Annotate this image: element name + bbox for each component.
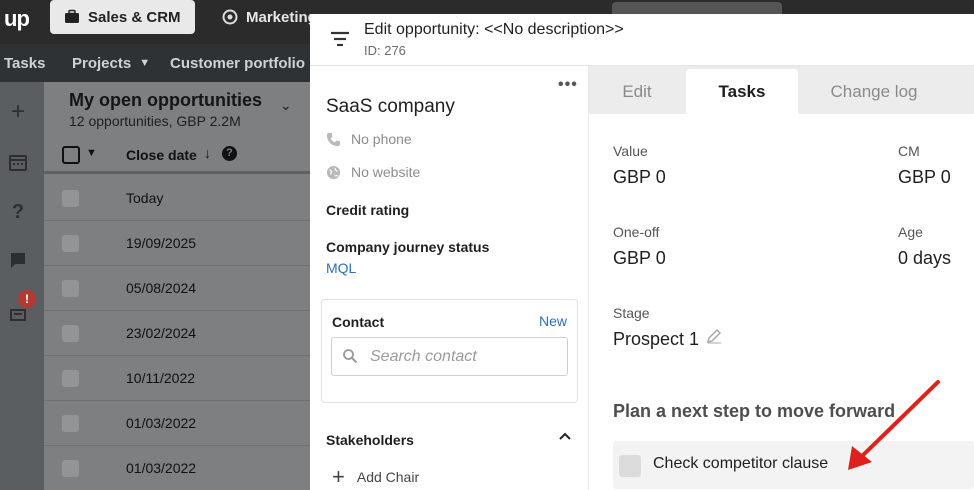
row-checkbox[interactable] bbox=[62, 370, 79, 387]
contact-card: Contact New bbox=[321, 299, 578, 403]
journey-status-label: Company journey status bbox=[326, 239, 490, 255]
alert-badge: ! bbox=[18, 290, 36, 308]
phone-value: No phone bbox=[351, 131, 412, 147]
list-row[interactable]: 01/03/2022 bbox=[44, 446, 310, 490]
pencil-icon[interactable] bbox=[706, 328, 722, 344]
filter-icon[interactable] bbox=[330, 28, 350, 50]
list-row[interactable]: 05/08/2024 bbox=[44, 266, 310, 311]
detail-tabs: Edit Tasks Change log bbox=[589, 66, 974, 114]
task-checkbox[interactable] bbox=[619, 455, 641, 477]
row-close-date: Today bbox=[126, 190, 164, 206]
list-row[interactable]: Today bbox=[44, 176, 310, 221]
search-icon bbox=[343, 349, 358, 364]
subnav-projects-label: Projects bbox=[72, 54, 132, 72]
globe-icon bbox=[326, 165, 341, 179]
add-chair-label: Add Chair bbox=[356, 469, 420, 485]
row-checkbox[interactable] bbox=[62, 415, 79, 432]
app-logo[interactable]: up bbox=[4, 6, 30, 32]
row-close-date: 10/11/2022 bbox=[126, 370, 196, 386]
chevron-down-icon[interactable]: ⌄ bbox=[280, 97, 292, 114]
tab-change-log[interactable]: Change log bbox=[799, 69, 949, 114]
plus-icon: + bbox=[332, 464, 345, 489]
row-checkbox[interactable] bbox=[62, 280, 79, 297]
left-rail: + ? ! bbox=[0, 82, 44, 490]
row-close-date: 01/03/2022 bbox=[126, 460, 197, 476]
add-chair-button[interactable]: + Add Chair bbox=[332, 464, 420, 489]
company-name[interactable]: SaaS company bbox=[326, 96, 455, 118]
list-row[interactable]: 01/03/2022 bbox=[44, 401, 310, 446]
task-label: Check competitor clause bbox=[653, 455, 829, 472]
stage-label: Stage bbox=[613, 305, 650, 321]
chevron-down-icon: ▼ bbox=[139, 57, 151, 69]
age-value: 0 days bbox=[898, 248, 952, 268]
modal-header: Edit opportunity: <<No description>> ID:… bbox=[310, 14, 974, 66]
column-header-close-date[interactable]: Close date bbox=[126, 147, 197, 163]
plus-icon[interactable]: + bbox=[8, 100, 28, 124]
briefcase-icon bbox=[65, 9, 79, 23]
tab-edit[interactable]: Edit bbox=[589, 69, 685, 114]
help-icon[interactable]: ? bbox=[222, 146, 237, 161]
company-panel: ••• SaaS company No phone No website Cre… bbox=[310, 66, 589, 490]
subnav-projects[interactable]: Projects ▼ bbox=[72, 44, 150, 82]
sort-icon[interactable]: ↓ bbox=[204, 145, 211, 161]
list-subtitle: 12 opportunities, GBP 2.2M bbox=[69, 113, 241, 129]
contact-search-input[interactable] bbox=[370, 346, 560, 368]
value-label: Value bbox=[613, 143, 648, 159]
row-checkbox[interactable] bbox=[62, 235, 79, 252]
opportunity-list: My open opportunities 12 opportunities, … bbox=[44, 82, 310, 490]
cm-amount: GBP 0 bbox=[898, 167, 951, 187]
credit-rating-label: Credit rating bbox=[326, 202, 410, 218]
modal-title: Edit opportunity: <<No description>> bbox=[364, 21, 624, 38]
opportunity-id: ID: 276 bbox=[364, 43, 406, 58]
select-all-checkbox[interactable] bbox=[62, 146, 80, 164]
oneoff-amount: GBP 0 bbox=[613, 248, 666, 268]
list-row[interactable]: 10/11/2022 bbox=[44, 356, 310, 401]
tab-sales-crm[interactable]: Sales & CRM bbox=[50, 0, 195, 34]
subnav-tasks[interactable]: Tasks bbox=[4, 44, 45, 82]
tab-tasks[interactable]: Tasks bbox=[686, 69, 798, 114]
more-options-icon[interactable]: ••• bbox=[558, 76, 578, 94]
row-checkbox[interactable] bbox=[62, 325, 79, 342]
list-header: ▼ Close date ↓ ? bbox=[44, 140, 310, 174]
chevron-down-icon[interactable]: ▼ bbox=[86, 147, 97, 159]
contact-search-field[interactable] bbox=[331, 337, 568, 376]
phone-icon bbox=[326, 132, 341, 146]
subnav-customer-portfolio[interactable]: Customer portfolio bbox=[170, 44, 305, 82]
stage-value[interactable]: Prospect 1 bbox=[613, 329, 699, 350]
chevron-up-icon[interactable] bbox=[558, 429, 572, 443]
row-close-date: 23/02/2024 bbox=[126, 325, 197, 341]
age-label: Age bbox=[898, 224, 923, 240]
chat-icon[interactable] bbox=[8, 250, 28, 270]
annotation-arrow-icon bbox=[848, 380, 940, 470]
row-checkbox[interactable] bbox=[62, 190, 79, 207]
list-title[interactable]: My open opportunities bbox=[69, 90, 262, 111]
cm-label: CM bbox=[898, 143, 920, 159]
row-close-date: 19/09/2025 bbox=[126, 235, 197, 251]
oneoff-label: One-off bbox=[613, 224, 660, 240]
target-icon bbox=[222, 9, 238, 25]
tab-marketing-label: Marketing bbox=[246, 8, 317, 26]
calendar-icon[interactable] bbox=[8, 152, 28, 172]
help-icon[interactable]: ? bbox=[8, 202, 28, 222]
website-value: No website bbox=[351, 164, 421, 180]
new-contact-link[interactable]: New bbox=[539, 313, 567, 329]
row-close-date: 05/08/2024 bbox=[126, 280, 197, 296]
stakeholders-title: Stakeholders bbox=[326, 432, 414, 448]
row-close-date: 01/03/2022 bbox=[126, 415, 197, 431]
website-row: No website bbox=[326, 164, 420, 180]
journey-status-value[interactable]: MQL bbox=[326, 260, 356, 276]
phone-row: No phone bbox=[326, 131, 412, 147]
row-checkbox[interactable] bbox=[62, 460, 79, 477]
value-amount: GBP 0 bbox=[613, 167, 666, 187]
tab-sales-crm-label: Sales & CRM bbox=[88, 8, 181, 26]
tab-marketing[interactable]: Marketing bbox=[222, 0, 317, 34]
list-row[interactable]: 19/09/2025 bbox=[44, 221, 310, 266]
contact-title: Contact bbox=[332, 314, 385, 330]
list-row[interactable]: 23/02/2024 bbox=[44, 311, 310, 356]
